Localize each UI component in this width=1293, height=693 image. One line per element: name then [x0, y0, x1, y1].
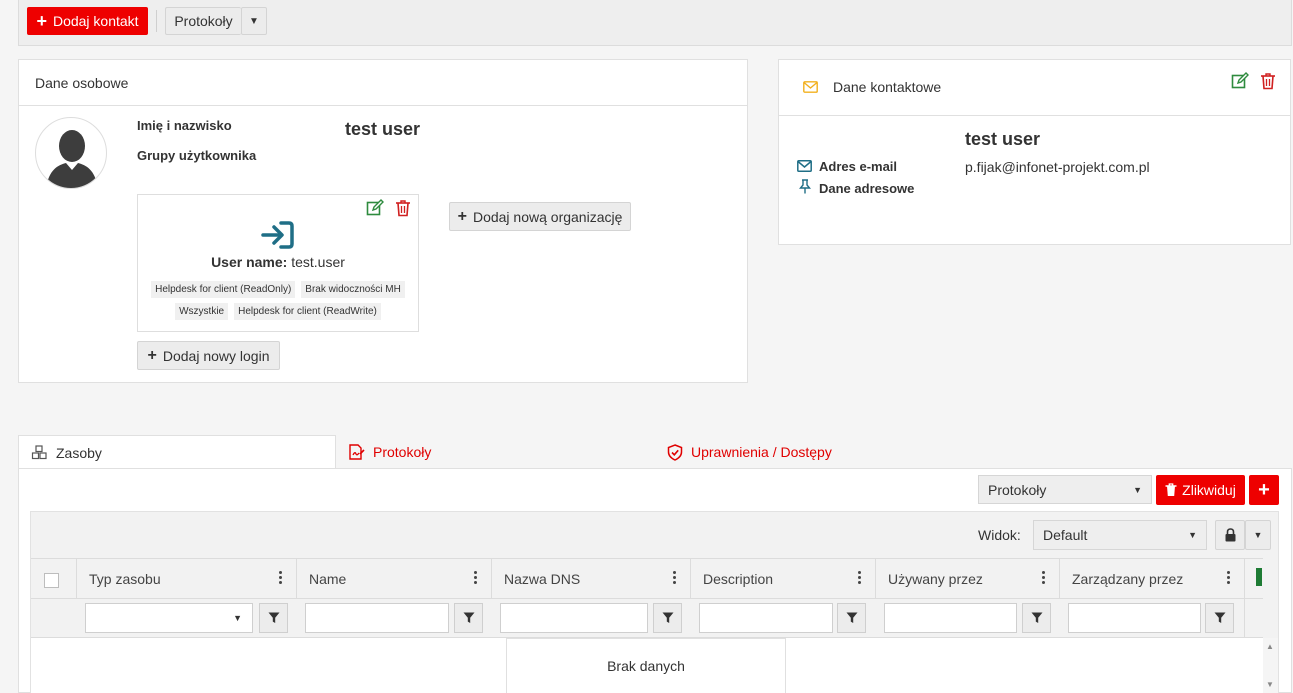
tab-protocols[interactable]: Protokoły — [336, 435, 636, 469]
personal-data-header: Dane osobowe — [19, 60, 747, 106]
column-divider — [1244, 559, 1245, 638]
username-label: User name: — [211, 254, 288, 270]
trash-icon — [1165, 483, 1177, 496]
column-menu-icon[interactable] — [474, 571, 477, 586]
liquidate-button[interactable]: Zlikwiduj — [1156, 475, 1245, 505]
plus-icon: + — [36, 11, 47, 31]
full-name-label: Imię i nazwisko — [137, 118, 232, 133]
filter-dns-button[interactable] — [653, 603, 682, 633]
caret-down-icon: ▼ — [233, 613, 242, 623]
shield-check-icon — [667, 443, 683, 461]
username-value: test.user — [291, 254, 345, 270]
pin-icon — [799, 179, 811, 197]
protocols-dropdown-button[interactable]: ▼ — [241, 7, 267, 35]
filter-icon — [1214, 612, 1225, 623]
add-resource-button[interactable]: + — [1249, 475, 1279, 505]
column-header-name[interactable]: Name — [296, 559, 491, 599]
filter-icon — [463, 612, 474, 623]
user-silhouette-icon — [46, 130, 98, 188]
filter-dns-input[interactable] — [500, 603, 648, 633]
add-organization-button[interactable]: + Dodaj nową organizację — [449, 202, 631, 231]
edit-contact-icon[interactable] — [1231, 72, 1249, 93]
filter-description-button[interactable] — [837, 603, 866, 633]
no-data-box: Brak danych — [506, 638, 786, 693]
sign-in-icon — [261, 220, 295, 253]
filter-description-input[interactable] — [699, 603, 833, 633]
delete-contact-icon[interactable] — [1260, 72, 1276, 93]
tab-resources[interactable]: Zasoby — [18, 435, 336, 469]
filter-name-button[interactable] — [454, 603, 483, 633]
email-label: Adres e-mail — [819, 159, 898, 174]
view-select[interactable]: Default ▼ — [1033, 520, 1207, 550]
scroll-down-icon[interactable]: ▼ — [1266, 680, 1274, 689]
filter-type-select[interactable]: ▼ — [85, 603, 253, 633]
document-signature-icon — [349, 444, 365, 460]
edit-login-icon[interactable] — [366, 199, 384, 220]
view-label: Widok: — [978, 527, 1021, 543]
scroll-up-icon[interactable]: ▲ — [1266, 642, 1274, 651]
plus-icon: + — [457, 207, 467, 225]
email-value[interactable]: p.fijak@infonet-projekt.com.pl — [965, 159, 1150, 175]
add-login-button[interactable]: + Dodaj nowy login — [137, 341, 280, 370]
toolbar-divider — [156, 10, 157, 32]
tab-permissions[interactable]: Uprawnienia / Dostępy — [655, 435, 955, 469]
filter-icon — [268, 612, 279, 623]
login-tags-row-1: Helpdesk for client (ReadOnly) Brak wido… — [137, 281, 419, 298]
lock-view-button[interactable] — [1215, 520, 1245, 550]
address-label: Dane adresowe — [819, 181, 915, 196]
full-name-value: test user — [345, 119, 421, 139]
no-data-text: Brak danych — [607, 658, 685, 674]
caret-down-icon: ▼ — [1188, 530, 1197, 540]
column-menu-icon[interactable] — [1042, 571, 1045, 586]
protocols-select[interactable]: Protokoły ▼ — [978, 475, 1152, 504]
column-header-description[interactable]: Description — [690, 559, 875, 599]
contact-data-title: Dane kontaktowe — [833, 79, 942, 95]
filter-icon — [846, 612, 857, 623]
filter-used-by-input[interactable] — [884, 603, 1017, 633]
column-header-type[interactable]: Typ zasobu — [76, 559, 296, 599]
caret-down-icon: ▼ — [249, 15, 259, 27]
filter-managed-by-input[interactable] — [1068, 603, 1201, 633]
username-line: User name: test.user — [137, 254, 419, 270]
group-tag: Helpdesk for client (ReadWrite) — [234, 303, 381, 320]
groups-label: Grupy użytkownika — [137, 148, 257, 163]
filter-icon — [1031, 612, 1042, 623]
view-options-dropdown[interactable]: ▼ — [1245, 520, 1271, 550]
caret-down-icon: ▼ — [1133, 484, 1142, 495]
avatar — [35, 117, 107, 189]
login-tags-row-2: Wszystkie Helpdesk for client (ReadWrite… — [137, 303, 419, 320]
filter-icon — [662, 612, 673, 623]
caret-down-icon: ▼ — [1253, 530, 1263, 540]
column-menu-icon[interactable] — [858, 571, 861, 586]
filter-type-button[interactable] — [259, 603, 288, 633]
column-menu-icon[interactable] — [1227, 571, 1230, 586]
select-all-checkbox[interactable] — [44, 573, 59, 588]
delete-login-icon[interactable] — [395, 199, 411, 220]
filter-name-input[interactable] — [305, 603, 449, 633]
personal-data-title: Dane osobowe — [35, 74, 129, 91]
email-icon — [797, 159, 812, 175]
column-header-used-by[interactable]: Używany przez — [875, 559, 1059, 599]
excel-export-icon[interactable] — [1256, 568, 1262, 586]
column-menu-icon[interactable] — [673, 571, 676, 586]
contact-name: test user — [965, 129, 1041, 149]
plus-icon: + — [1258, 479, 1270, 501]
group-tag: Brak widoczności MH — [301, 281, 405, 298]
add-contact-button[interactable]: + Dodaj kontakt — [27, 7, 148, 35]
filter-used-by-button[interactable] — [1022, 603, 1051, 633]
lock-icon — [1225, 528, 1235, 542]
group-tag: Helpdesk for client (ReadOnly) — [151, 281, 296, 298]
column-header-managed-by[interactable]: Zarządzany przez — [1059, 559, 1244, 599]
filter-managed-by-button[interactable] — [1205, 603, 1234, 633]
grid-scrollbar[interactable]: ▲ ▼ — [1263, 638, 1278, 693]
envelope-icon — [803, 80, 818, 96]
protocols-button[interactable]: Protokoły — [165, 7, 241, 35]
plus-icon: + — [147, 346, 157, 364]
column-menu-icon[interactable] — [279, 571, 282, 586]
cubes-icon — [31, 445, 47, 460]
group-tag: Wszystkie — [175, 303, 229, 320]
column-header-dns[interactable]: Nazwa DNS — [491, 559, 690, 599]
